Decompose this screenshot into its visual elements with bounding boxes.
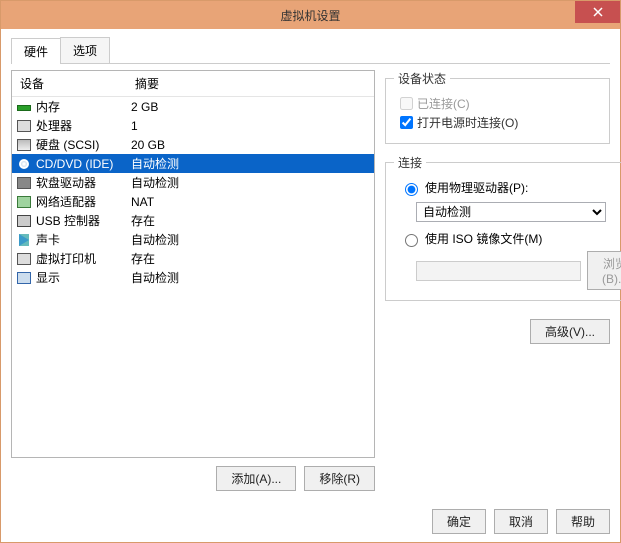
connect-poweron-text: 打开电源时连接(O) bbox=[417, 114, 518, 131]
hardware-row[interactable]: 网络适配器NAT bbox=[12, 192, 374, 211]
use-iso-text: 使用 ISO 镜像文件(M) bbox=[425, 230, 542, 247]
device-summary: 存在 bbox=[131, 250, 374, 267]
close-icon bbox=[593, 7, 603, 17]
header-summary[interactable]: 摘要 bbox=[127, 71, 374, 96]
connection-legend: 连接 bbox=[394, 154, 426, 171]
hardware-rows: 内存2 GB处理器1硬盘 (SCSI)20 GBCD/DVD (IDE)自动检测… bbox=[12, 97, 374, 287]
device-name: 声卡 bbox=[36, 231, 131, 248]
cpu-icon bbox=[16, 119, 32, 133]
use-iso-radio[interactable] bbox=[405, 234, 418, 247]
prn-icon bbox=[16, 252, 32, 266]
hardware-row[interactable]: USB 控制器存在 bbox=[12, 211, 374, 230]
device-name: 处理器 bbox=[36, 117, 131, 134]
device-name: 虚拟打印机 bbox=[36, 250, 131, 267]
connected-label: 已连接(C) bbox=[400, 95, 601, 112]
header-device[interactable]: 设备 bbox=[12, 71, 127, 96]
help-button[interactable]: 帮助 bbox=[556, 509, 610, 534]
hardware-row[interactable]: 显示自动检测 bbox=[12, 268, 374, 287]
connect-poweron-checkbox[interactable] bbox=[400, 116, 413, 129]
close-button[interactable] bbox=[575, 1, 620, 23]
tab-bar: 硬件 选项 bbox=[11, 37, 610, 64]
device-summary: 2 GB bbox=[131, 100, 374, 114]
use-physical-label[interactable]: 使用物理驱动器(P): bbox=[400, 179, 621, 196]
mem-icon bbox=[16, 100, 32, 114]
remove-button[interactable]: 移除(R) bbox=[304, 466, 375, 491]
content: 硬件 选项 设备 摘要 内存2 GB处理器1硬盘 (SCSI)20 GBCD/D… bbox=[1, 29, 620, 501]
iso-row: 浏览(B)... bbox=[416, 251, 621, 290]
hardware-row[interactable]: 内存2 GB bbox=[12, 97, 374, 116]
device-summary: 1 bbox=[131, 119, 374, 133]
hdd-icon bbox=[16, 138, 32, 152]
vm-settings-window: 虚拟机设置 硬件 选项 设备 摘要 内存2 GB处理器1硬盘 (SCSI)20 … bbox=[0, 0, 621, 543]
connected-text: 已连接(C) bbox=[417, 95, 470, 112]
device-status-legend: 设备状态 bbox=[394, 70, 450, 87]
use-physical-text: 使用物理驱动器(P): bbox=[425, 179, 528, 196]
ok-button[interactable]: 确定 bbox=[432, 509, 486, 534]
tab-hardware[interactable]: 硬件 bbox=[11, 38, 61, 64]
physical-drive-select[interactable]: 自动检测 bbox=[416, 202, 606, 222]
device-name: 硬盘 (SCSI) bbox=[36, 136, 131, 153]
advanced-button[interactable]: 高级(V)... bbox=[530, 319, 610, 344]
window-title: 虚拟机设置 bbox=[1, 7, 620, 24]
device-name: CD/DVD (IDE) bbox=[36, 157, 131, 171]
hardware-list-header: 设备 摘要 bbox=[12, 71, 374, 97]
device-summary: NAT bbox=[131, 195, 374, 209]
device-summary: 自动检测 bbox=[131, 269, 374, 286]
use-physical-radio[interactable] bbox=[405, 183, 418, 196]
right-footer: 高级(V)... bbox=[385, 319, 610, 344]
hardware-row[interactable]: 软盘驱动器自动检测 bbox=[12, 173, 374, 192]
hardware-row[interactable]: 声卡自动检测 bbox=[12, 230, 374, 249]
body: 设备 摘要 内存2 GB处理器1硬盘 (SCSI)20 GBCD/DVD (ID… bbox=[11, 70, 610, 491]
device-name: 显示 bbox=[36, 269, 131, 286]
hardware-list: 设备 摘要 内存2 GB处理器1硬盘 (SCSI)20 GBCD/DVD (ID… bbox=[11, 70, 375, 458]
connect-poweron-label[interactable]: 打开电源时连接(O) bbox=[400, 114, 601, 131]
device-summary: 自动检测 bbox=[131, 231, 374, 248]
device-summary: 自动检测 bbox=[131, 155, 374, 172]
hardware-row[interactable]: 处理器1 bbox=[12, 116, 374, 135]
dialog-buttons: 确定 取消 帮助 bbox=[1, 501, 620, 542]
connection-group: 连接 使用物理驱动器(P): 自动检测 使用 ISO 镜像文件(M) 浏 bbox=[385, 154, 621, 301]
device-summary: 20 GB bbox=[131, 138, 374, 152]
device-summary: 存在 bbox=[131, 212, 374, 229]
net-icon bbox=[16, 195, 32, 209]
titlebar: 虚拟机设置 bbox=[1, 1, 620, 29]
hardware-buttons: 添加(A)... 移除(R) bbox=[11, 458, 375, 491]
iso-path-input bbox=[416, 261, 581, 281]
snd-icon bbox=[16, 233, 32, 247]
cd-icon bbox=[16, 157, 32, 171]
left-pane: 设备 摘要 内存2 GB处理器1硬盘 (SCSI)20 GBCD/DVD (ID… bbox=[11, 70, 375, 491]
device-name: USB 控制器 bbox=[36, 212, 131, 229]
hardware-row[interactable]: 硬盘 (SCSI)20 GB bbox=[12, 135, 374, 154]
hardware-row[interactable]: 虚拟打印机存在 bbox=[12, 249, 374, 268]
usb-icon bbox=[16, 214, 32, 228]
device-name: 软盘驱动器 bbox=[36, 174, 131, 191]
device-name: 内存 bbox=[36, 98, 131, 115]
device-name: 网络适配器 bbox=[36, 193, 131, 210]
right-pane: 设备状态 已连接(C) 打开电源时连接(O) 连接 使用物理驱动器(P): bbox=[385, 70, 610, 491]
connected-checkbox bbox=[400, 97, 413, 110]
device-status-group: 设备状态 已连接(C) 打开电源时连接(O) bbox=[385, 70, 610, 144]
device-summary: 自动检测 bbox=[131, 174, 374, 191]
tab-options[interactable]: 选项 bbox=[60, 37, 110, 63]
fd-icon bbox=[16, 176, 32, 190]
cancel-button[interactable]: 取消 bbox=[494, 509, 548, 534]
hardware-row[interactable]: CD/DVD (IDE)自动检测 bbox=[12, 154, 374, 173]
disp-icon bbox=[16, 271, 32, 285]
use-iso-label[interactable]: 使用 ISO 镜像文件(M) bbox=[400, 230, 621, 247]
browse-button: 浏览(B)... bbox=[587, 251, 621, 290]
add-button[interactable]: 添加(A)... bbox=[216, 466, 296, 491]
